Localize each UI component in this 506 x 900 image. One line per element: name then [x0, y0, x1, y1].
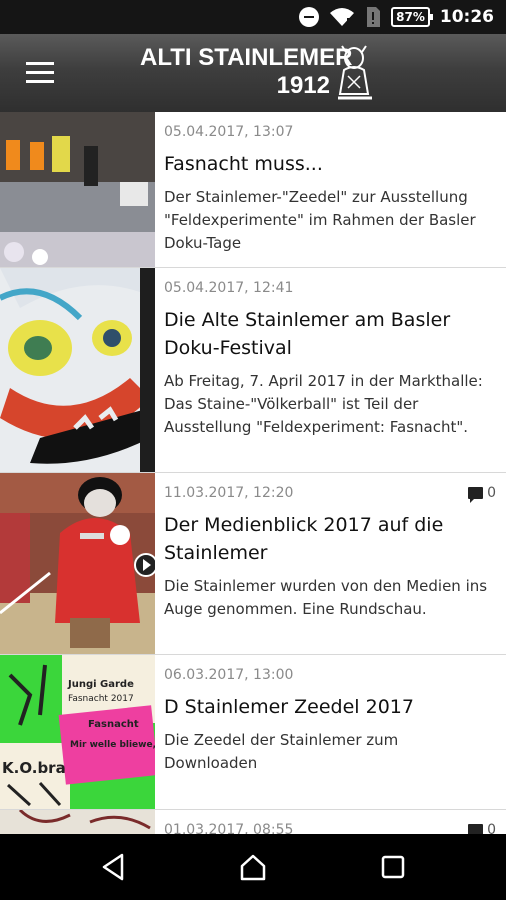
article-title: D Stainlemer Zeedel 2017: [164, 696, 414, 718]
app-title-line1: ALTI STAINLEMER: [140, 44, 353, 71]
home-icon[interactable]: [238, 852, 268, 882]
comment-count-value: 0: [487, 822, 496, 834]
wifi-icon: [330, 8, 355, 26]
sim-card-icon: [367, 7, 381, 27]
battery-icon: 87%: [391, 7, 433, 27]
article-excerpt: Ab Freitag, 7. April 2017 in der Marktha…: [164, 372, 483, 436]
list-item[interactable]: 11.03.2017, 12:20 0 Der Medienblick 2017…: [0, 473, 506, 655]
mascot-logo-icon: [338, 45, 372, 100]
thumb-text: Fasnacht: [88, 719, 139, 730]
comment-count: 0: [468, 483, 496, 503]
article-thumbnail: [0, 268, 155, 472]
status-bar: 87% 10:26: [0, 0, 506, 34]
recents-icon[interactable]: [378, 852, 408, 882]
back-icon[interactable]: [98, 852, 128, 882]
thumb-text: K.O.bra: [2, 759, 66, 777]
battery-level: 87%: [396, 10, 425, 24]
app-title-line2: 1912: [276, 72, 330, 99]
article-date: 06.03.2017, 13:00: [164, 667, 294, 683]
list-item[interactable]: 01.03.2017, 08:55 0: [0, 810, 506, 834]
comment-count: 0: [468, 820, 496, 834]
article-title: Die Alte Stainlemer am Basler Doku-Festi…: [164, 309, 451, 359]
article-date: 05.04.2017, 12:41: [164, 280, 294, 296]
thumb-text: Mir welle bliewe,: [70, 740, 155, 750]
app-title: ALTI STAINLEMER 1912: [140, 44, 353, 100]
list-item[interactable]: 05.04.2017, 13:07 Fasnacht muss... Der S…: [0, 112, 506, 268]
list-item[interactable]: Jungi Garde Fasnacht 2017 K.O.bra Fasnac…: [0, 655, 506, 810]
system-nav-bar: [0, 834, 506, 900]
thumb-text: Fasnacht 2017: [68, 694, 134, 704]
article-excerpt: Der Stainlemer-"Zeedel" zur Ausstellung …: [164, 188, 476, 252]
article-date: 11.03.2017, 12:20: [164, 485, 294, 501]
article-thumbnail: [0, 473, 155, 654]
thumb-text: Jungi Garde: [67, 679, 134, 690]
article-thumbnail: Jungi Garde Fasnacht 2017 K.O.bra Fasnac…: [0, 655, 155, 809]
list-item[interactable]: 05.04.2017, 12:41 Die Alte Stainlemer am…: [0, 268, 506, 473]
article-title: Fasnacht muss...: [164, 153, 323, 175]
comment-count-value: 0: [487, 485, 496, 501]
article-thumbnail: [0, 112, 155, 267]
article-thumbnail: [0, 810, 155, 834]
hamburger-menu-icon[interactable]: [26, 62, 54, 84]
comment-icon: [468, 824, 484, 834]
article-list: 05.04.2017, 13:07 Fasnacht muss... Der S…: [0, 112, 506, 834]
article-excerpt: Die Stainlemer wurden von den Medien ins…: [164, 577, 488, 618]
article-date: 05.04.2017, 13:07: [164, 124, 294, 140]
comment-icon: [468, 487, 484, 503]
article-date: 01.03.2017, 08:55: [164, 822, 294, 834]
article-excerpt: Die Zeedel der Stainlemer zum Downloaden: [164, 731, 399, 772]
do-not-disturb-icon: [299, 7, 320, 27]
clock: 10:26: [439, 7, 494, 27]
app-bar: ALTI STAINLEMER 1912: [0, 34, 506, 112]
article-title: Der Medienblick 2017 auf die Stainlemer: [164, 514, 444, 564]
